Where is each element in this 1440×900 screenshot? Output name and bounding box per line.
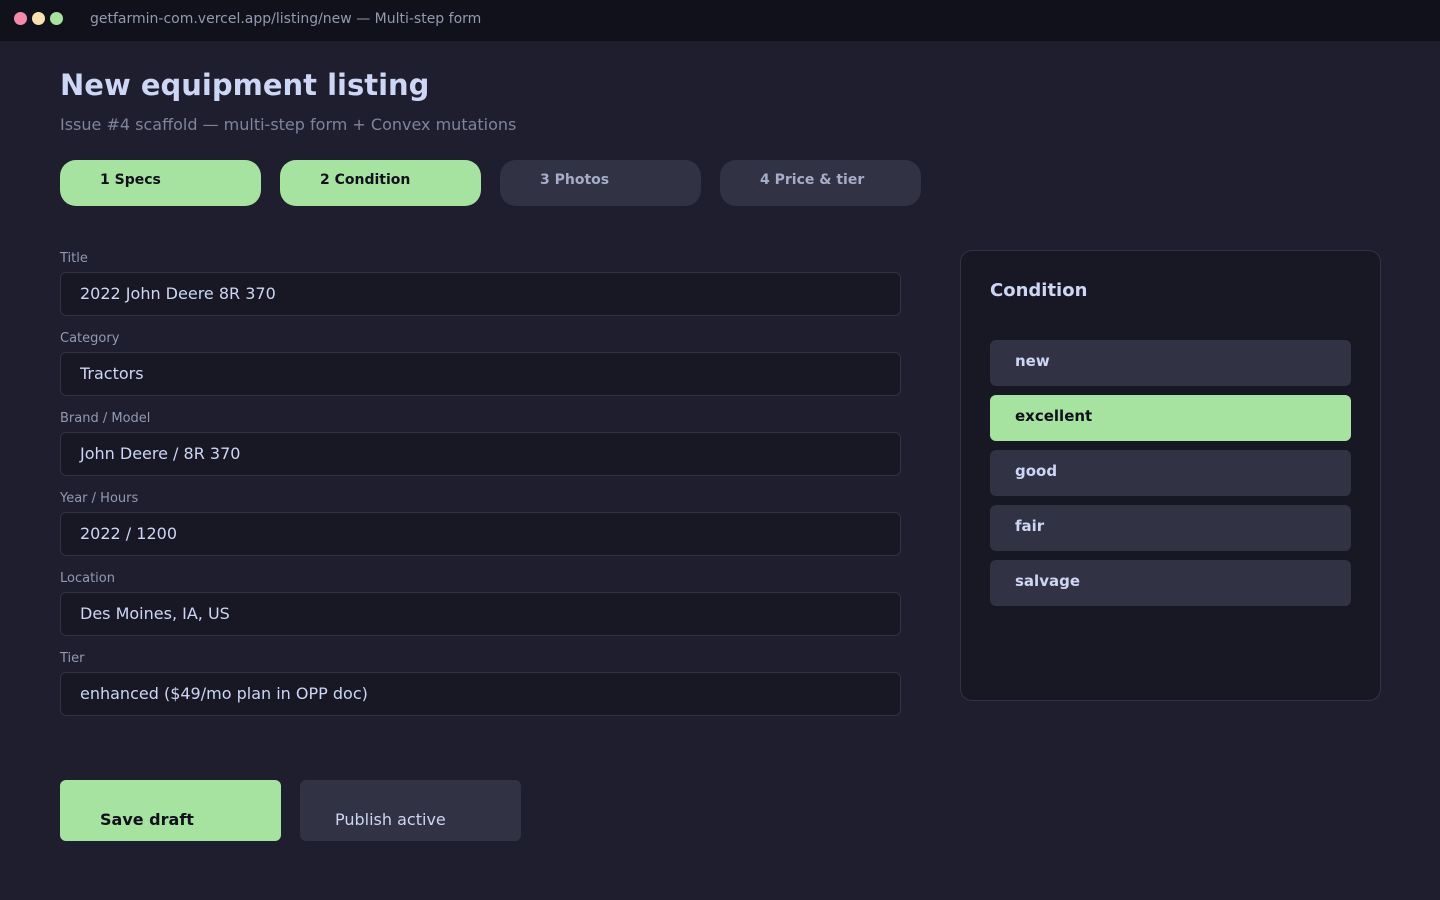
tier-label: Tier [60, 651, 85, 666]
condition-panel-title: Condition [990, 280, 1088, 301]
year-hours-label: Year / Hours [60, 491, 139, 506]
maximize-window-icon[interactable] [50, 12, 63, 25]
year-hours-field[interactable]: 2022 / 1200 [60, 512, 901, 556]
condition-panel: Condition new excellent good fair salvag… [960, 250, 1381, 701]
page-subtitle: Issue #4 scaffold — multi-step form + Co… [60, 115, 517, 134]
brand-model-label: Brand / Model [60, 411, 151, 426]
brand-model-field[interactable]: John Deere / 8R 370 [60, 432, 901, 476]
location-field[interactable]: Des Moines, IA, US [60, 592, 901, 636]
location-label: Location [60, 571, 115, 586]
window-title: getfarmin-com.vercel.app/listing/new — M… [90, 11, 482, 27]
page-title: New equipment listing [60, 68, 430, 102]
step-specs[interactable]: 1 Specs [60, 160, 261, 206]
save-draft-button[interactable]: Save draft [60, 780, 281, 841]
condition-option-fair[interactable]: fair [990, 505, 1351, 551]
title-label: Title [60, 251, 88, 266]
tier-field[interactable]: enhanced ($49/mo plan in OPP doc) [60, 672, 901, 716]
category-label: Category [60, 331, 120, 346]
condition-option-good[interactable]: good [990, 450, 1351, 496]
step-condition[interactable]: 2 Condition [280, 160, 481, 206]
window-titlebar: getfarmin-com.vercel.app/listing/new — M… [0, 0, 1440, 41]
minimize-window-icon[interactable] [32, 12, 45, 25]
title-field[interactable]: 2022 John Deere 8R 370 [60, 272, 901, 316]
step-photos[interactable]: 3 Photos [500, 160, 701, 206]
step-price-tier[interactable]: 4 Price & tier [720, 160, 921, 206]
category-field[interactable]: Tractors [60, 352, 901, 396]
condition-option-new[interactable]: new [990, 340, 1351, 386]
publish-active-button[interactable]: Publish active [300, 780, 521, 841]
condition-option-excellent[interactable]: excellent [990, 395, 1351, 441]
condition-option-salvage[interactable]: salvage [990, 560, 1351, 606]
close-window-icon[interactable] [14, 12, 27, 25]
